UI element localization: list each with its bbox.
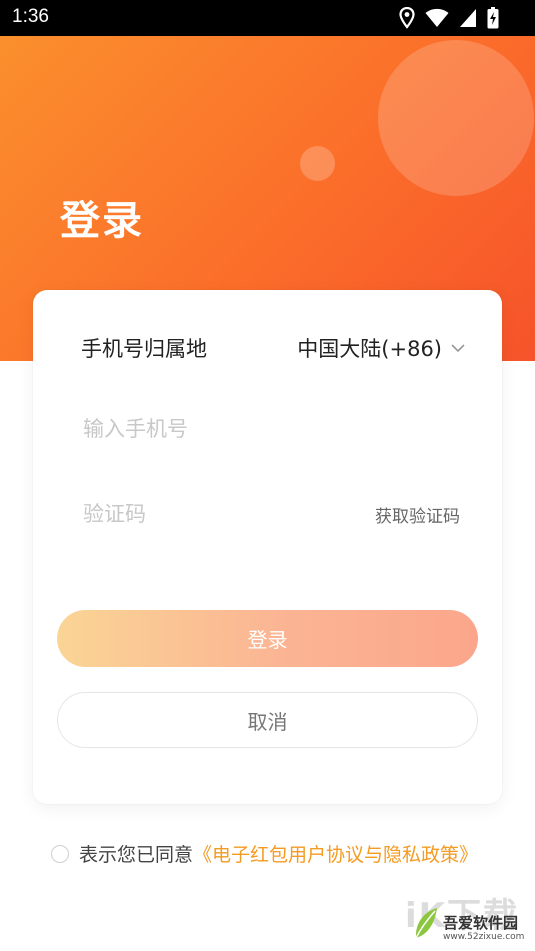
agreement-link[interactable]: 《电子红包用户协议与隐私政策》 xyxy=(193,840,478,867)
watermark-url: www.52zixue.com xyxy=(443,932,525,942)
phone-input[interactable] xyxy=(81,410,465,448)
cancel-button[interactable]: 取消 xyxy=(57,692,478,748)
region-value: 中国大陆(+86) xyxy=(297,337,442,361)
region-row: 手机号归属地 中国大陆(+86) xyxy=(81,333,466,363)
page-title: 登录 xyxy=(60,198,144,244)
status-bar: 1:36 xyxy=(0,0,535,36)
region-label: 手机号归属地 xyxy=(81,337,207,361)
chevron-down-icon xyxy=(451,344,465,353)
verification-code-input[interactable] xyxy=(81,495,345,533)
decorative-circle-small xyxy=(300,146,335,181)
login-card: 手机号归属地 中国大陆(+86) 获取验证码 登录 取消 xyxy=(33,290,502,804)
status-icons xyxy=(399,6,499,30)
battery-charging-icon xyxy=(487,7,499,29)
location-icon xyxy=(399,7,415,29)
watermark: iK下载 吾爱软件园 www.52zixue.com xyxy=(405,888,533,948)
wifi-icon xyxy=(425,8,449,27)
watermark-site-name: 吾爱软件园 xyxy=(443,914,519,932)
get-code-button[interactable]: 获取验证码 xyxy=(375,502,460,527)
region-selector[interactable]: 中国大陆(+86) xyxy=(297,333,466,363)
login-button[interactable]: 登录 xyxy=(57,610,478,667)
leaf-icon xyxy=(415,908,437,939)
agreement-row: 表示您已同意 《电子红包用户协议与隐私政策》 xyxy=(51,840,478,867)
signal-icon xyxy=(460,9,476,27)
status-time: 1:36 xyxy=(12,6,49,27)
decorative-circle-large xyxy=(378,40,534,196)
agreement-checkbox[interactable] xyxy=(51,844,69,863)
agreement-prefix: 表示您已同意 xyxy=(79,844,194,866)
